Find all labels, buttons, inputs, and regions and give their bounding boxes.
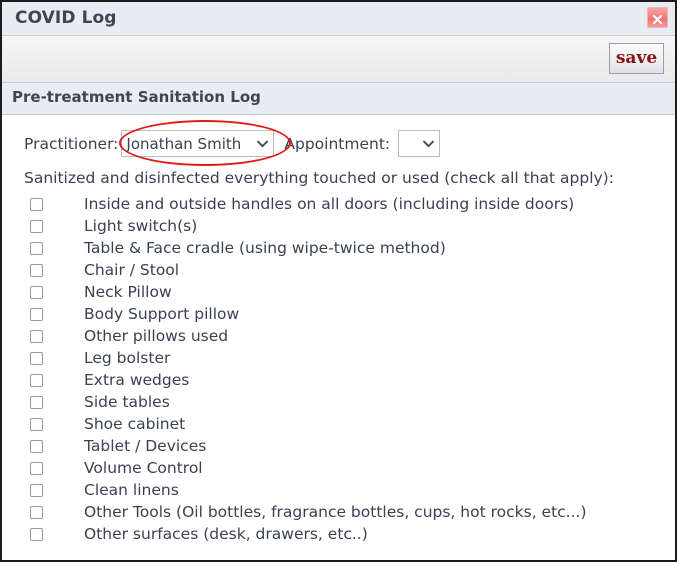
dialog-toolbar: save — [2, 36, 675, 83]
checklist-label: Inside and outside handles on all doors … — [84, 195, 575, 213]
covid-log-dialog: COVID Log save Pre-treatment Sanitation … — [0, 0, 677, 562]
checklist-row[interactable]: Tablet / Devices — [2, 435, 675, 457]
checklist-label: Shoe cabinet — [84, 415, 186, 433]
appointment-select-wrap — [390, 130, 441, 157]
checklist-row[interactable]: Table & Face cradle (using wipe-twice me… — [2, 237, 675, 259]
checklist-row[interactable]: Leg bolster — [2, 347, 675, 369]
checklist-checkbox[interactable] — [30, 263, 43, 277]
checklist-checkbox[interactable] — [30, 351, 43, 365]
appointment-label: Appointment: — [284, 134, 391, 153]
save-button[interactable]: save — [609, 43, 664, 74]
practitioner-select-wrap: Jonathan Smith — [118, 130, 275, 157]
checklist-label: Light switch(s) — [84, 217, 198, 235]
close-icon[interactable] — [647, 7, 668, 28]
section-header: Pre-treatment Sanitation Log — [2, 83, 675, 115]
checklist-row[interactable]: Chair / Stool — [2, 259, 675, 281]
checklist-label: Extra wedges — [84, 371, 190, 389]
checklist-row[interactable]: Other pillows used — [2, 325, 675, 347]
checklist-label: Other Tools (Oil bottles, fragrance bott… — [84, 503, 587, 521]
checklist-checkbox[interactable] — [30, 417, 43, 431]
practitioner-row: Practitioner: Jonathan Smith Appointment… — [24, 130, 441, 157]
checklist-label: Tablet / Devices — [84, 437, 207, 455]
checklist-checkbox[interactable] — [30, 483, 43, 497]
checklist-label: Chair / Stool — [84, 261, 180, 279]
checklist-checkbox[interactable] — [30, 439, 43, 453]
checklist-row[interactable]: Inside and outside handles on all doors … — [2, 193, 675, 215]
checklist-checkbox[interactable] — [30, 395, 43, 409]
checklist-checkbox[interactable] — [30, 197, 43, 211]
checklist-label: Clean linens — [84, 481, 179, 499]
practitioner-label: Practitioner: — [24, 134, 119, 153]
checklist-checkbox[interactable] — [30, 241, 43, 255]
checklist-label: Side tables — [84, 393, 170, 411]
appointment-select[interactable] — [398, 130, 441, 157]
checklist-row[interactable]: Shoe cabinet — [2, 413, 675, 435]
checklist-checkbox[interactable] — [30, 373, 43, 387]
checklist-row[interactable]: Neck Pillow — [2, 281, 675, 303]
checklist-checkbox[interactable] — [30, 307, 43, 321]
checklist-checkbox[interactable] — [30, 527, 43, 541]
checklist-row[interactable]: Clean linens — [2, 479, 675, 501]
checklist-label: Table & Face cradle (using wipe-twice me… — [84, 239, 446, 257]
checklist-checkbox[interactable] — [30, 461, 43, 475]
sanitation-checklist: Inside and outside handles on all doors … — [2, 193, 675, 545]
checklist-checkbox[interactable] — [30, 219, 43, 233]
page-title: COVID Log — [15, 8, 117, 28]
checklist-row[interactable]: Other surfaces (desk, drawers, etc..) — [2, 523, 675, 545]
checklist-label: Leg bolster — [84, 349, 171, 367]
checklist-row[interactable]: Volume Control — [2, 457, 675, 479]
checklist-label: Volume Control — [84, 459, 203, 477]
close-x-glyph — [652, 14, 663, 24]
checklist-row[interactable]: Other Tools (Oil bottles, fragrance bott… — [2, 501, 675, 523]
checklist-row[interactable]: Body Support pillow — [2, 303, 675, 325]
checklist-label: Body Support pillow — [84, 305, 240, 323]
checklist-row[interactable]: Extra wedges — [2, 369, 675, 391]
form-body: Practitioner: Jonathan Smith Appointment… — [2, 115, 675, 559]
section-header-label: Pre-treatment Sanitation Log — [12, 88, 261, 106]
practitioner-select[interactable]: Jonathan Smith — [121, 130, 275, 157]
checklist-label: Neck Pillow — [84, 283, 172, 301]
checklist-checkbox[interactable] — [30, 285, 43, 299]
checklist-checkbox[interactable] — [30, 329, 43, 343]
checklist-row[interactable]: Light switch(s) — [2, 215, 675, 237]
instructions-text: Sanitized and disinfected everything tou… — [24, 169, 614, 187]
checklist-row[interactable]: Side tables — [2, 391, 675, 413]
dialog-titlebar: COVID Log — [2, 2, 675, 36]
checklist-label: Other pillows used — [84, 327, 229, 345]
checklist-checkbox[interactable] — [30, 505, 43, 519]
checklist-label: Other surfaces (desk, drawers, etc..) — [84, 525, 368, 543]
